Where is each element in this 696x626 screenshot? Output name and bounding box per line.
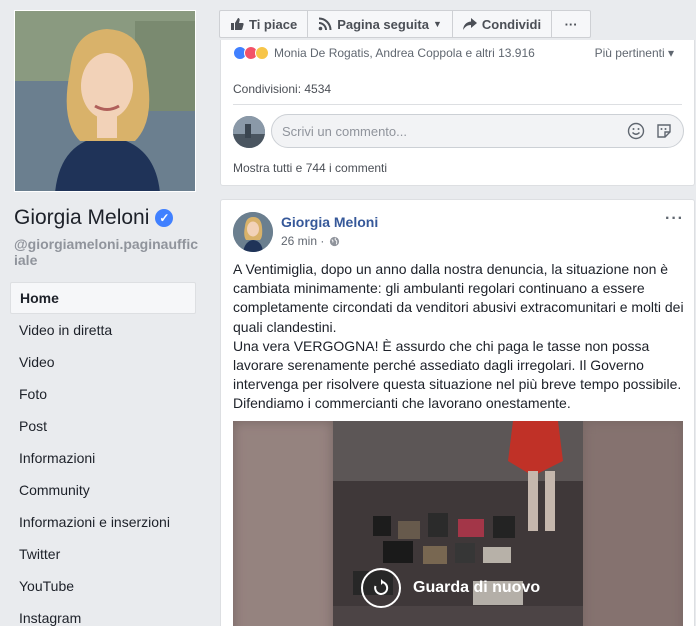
post-card: Giorgia Meloni 26 min · ··· A Ventimigli… [220,199,695,626]
emoji-icon[interactable] [627,122,645,140]
nav-item-photos[interactable]: Foto [10,378,196,410]
profile-picture[interactable] [14,10,196,192]
post-options-icon[interactable]: ··· [665,210,684,228]
page-username[interactable]: @giorgiameloni.paginaufficiale [14,236,200,268]
view-all-comments-link[interactable]: Mostra tutti e 744 i commenti [233,161,387,175]
replay-button[interactable]: Guarda di nuovo [361,568,540,608]
rss-icon [318,17,332,31]
divider [233,104,682,105]
author-avatar[interactable] [233,212,273,252]
nav-item-instagram[interactable]: Instagram [10,602,196,626]
chevron-down-icon: ▼ [432,19,442,29]
nav-item-youtube[interactable]: YouTube [10,570,196,602]
page-name-text[interactable]: Giorgia Meloni [14,206,149,230]
followed-page-button[interactable]: Pagina seguita ▼ [308,11,453,37]
haha-reaction-icon [255,46,269,60]
share-page-label: Condividi [481,16,542,32]
comment-box[interactable] [271,114,684,148]
page-name[interactable]: Giorgia Meloni ✓ [14,206,174,230]
nav-item-twitter[interactable]: Twitter [10,538,196,570]
thumbs-up-icon [231,18,244,30]
more-options-button[interactable]: ··· [552,11,590,37]
nav-item-video[interactable]: Video [10,346,196,378]
left-column: Giorgia Meloni ✓ @giorgiameloni.paginauf… [0,0,207,626]
nav-item-about[interactable]: Informazioni [10,442,196,474]
nav-item-home[interactable]: Home [10,282,196,314]
reactions-text[interactable]: Monia De Rogatis, Andrea Coppola e altri… [274,46,535,60]
sticker-icon[interactable] [655,122,673,140]
post-meta: 26 min · [281,234,340,248]
share-arrow-icon [462,18,477,30]
replay-label: Guarda di nuovo [413,579,541,596]
post-timestamp[interactable]: 26 min · [281,234,324,248]
comment-input[interactable] [282,115,612,147]
previous-post-card: Monia De Rogatis, Andrea Coppola e altri… [220,40,695,186]
nav-item-info-ads[interactable]: Informazioni e inserzioni [10,506,196,538]
nav-item-community[interactable]: Community [10,474,196,506]
page-nav: Home Video in diretta Video Foto Post In… [10,282,196,626]
post-author-name[interactable]: Giorgia Meloni [281,214,378,230]
like-page-label: Ti piace [249,16,298,32]
nav-item-posts[interactable]: Post [10,410,196,442]
reactions-summary[interactable]: Monia De Rogatis, Andrea Coppola e altri… [233,46,535,60]
post-paragraph: Una vera VERGOGNA! È assurdo che chi pag… [233,337,682,412]
more-dots-icon: ··· [564,16,578,32]
globe-icon [330,236,340,246]
page-action-bar: Ti piace Pagina seguita ▼ Condividi ··· [219,10,592,38]
comment-sort-dropdown[interactable]: Più pertinenti ▾ [595,46,674,60]
shares-count[interactable]: Condivisioni: 4534 [233,82,331,96]
post-paragraph: A Ventimiglia, dopo un anno dalla nostra… [233,261,684,335]
share-page-button[interactable]: Condividi [453,11,553,37]
replay-icon [361,568,401,608]
commenter-avatar [233,116,265,148]
post-text: A Ventimiglia, dopo un anno dalla nostra… [233,260,688,414]
nav-item-live-video[interactable]: Video in diretta [10,314,196,346]
like-page-button[interactable]: Ti piace [220,11,309,37]
followed-page-label: Pagina seguita [337,16,429,32]
verified-badge-icon: ✓ [155,209,174,227]
post-video[interactable]: Guarda di nuovo [233,421,683,626]
